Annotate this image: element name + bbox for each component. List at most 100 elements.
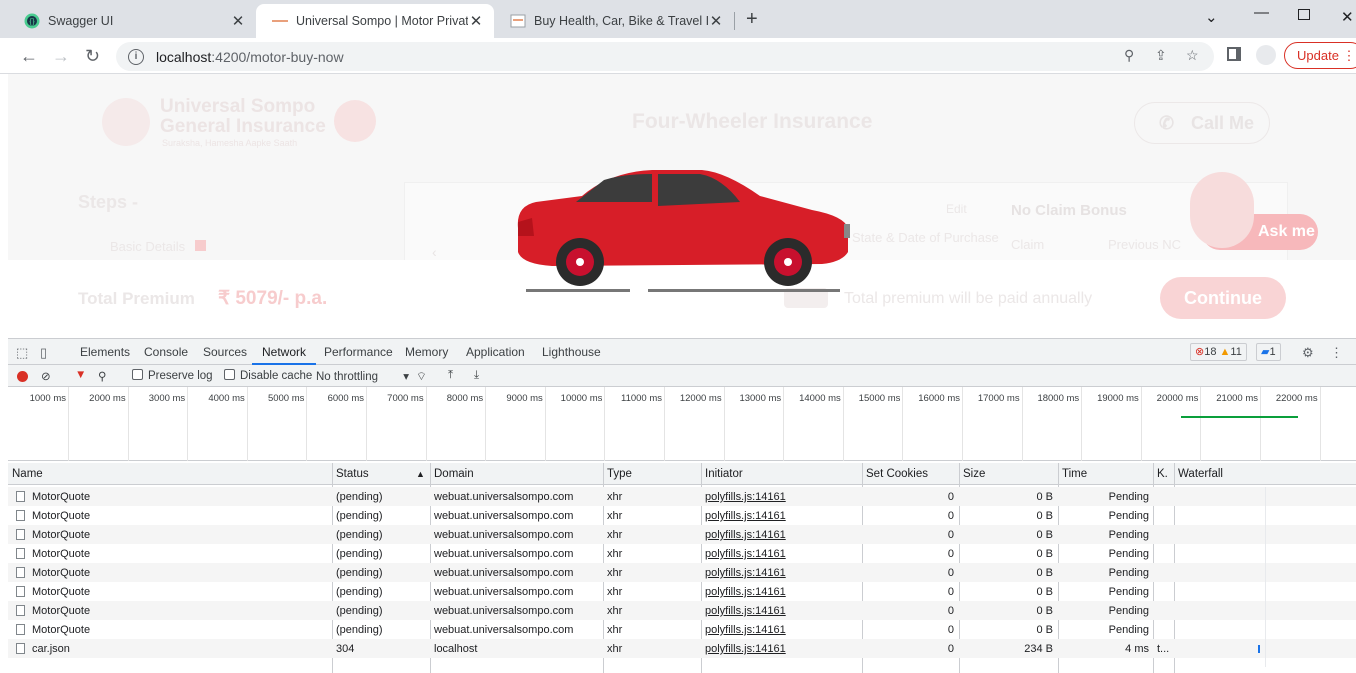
network-request-row[interactable]: MotorQuote (pending) webuat.universalsompo… bbox=[8, 601, 1356, 620]
devtools-tab-elements[interactable]: Elements bbox=[80, 345, 130, 359]
column-type[interactable]: Type bbox=[607, 468, 632, 480]
devtools-tab-lighthouse[interactable]: Lighthouse bbox=[542, 345, 601, 359]
back-arrow-icon[interactable]: ← bbox=[20, 46, 38, 67]
update-button[interactable]: Update ⋮ bbox=[1284, 42, 1356, 69]
network-request-row[interactable]: MotorQuote (pending) webuat.universalsompo… bbox=[8, 620, 1356, 639]
issues-counter[interactable]: ⊗18 ▲11 bbox=[1190, 343, 1247, 361]
devtools-tabbar: ⬚ ▯ Elements Console Sources Network Per… bbox=[8, 339, 1356, 365]
network-request-row[interactable]: car.json 304 localhost xhr polyfills.js:1416… bbox=[8, 639, 1356, 658]
devtools-tab-sources[interactable]: Sources bbox=[203, 345, 247, 359]
column-time[interactable]: Time bbox=[1062, 468, 1087, 480]
cell-initiator[interactable]: polyfills.js:14161 bbox=[705, 643, 786, 655]
cell-initiator[interactable]: polyfills.js:14161 bbox=[705, 548, 786, 560]
cell-name: MotorQuote bbox=[32, 548, 91, 560]
site-info-icon[interactable]: i bbox=[128, 48, 144, 65]
close-window-button[interactable]: ✕ bbox=[1341, 8, 1354, 26]
cell-initiator[interactable]: polyfills.js:14161 bbox=[705, 567, 786, 579]
search-icon[interactable]: ⚲ bbox=[98, 369, 106, 383]
disable-cache-checkbox[interactable]: Disable cache bbox=[224, 369, 312, 382]
cell-type: xhr bbox=[607, 605, 623, 617]
timeline-tick-label: 11000 ms bbox=[620, 393, 662, 404]
cell-type: xhr bbox=[607, 567, 623, 579]
cell-initiator[interactable]: polyfills.js:14161 bbox=[705, 491, 786, 503]
column-size[interactable]: Size bbox=[963, 468, 985, 480]
cell-initiator[interactable]: polyfills.js:14161 bbox=[705, 529, 786, 541]
new-tab-button[interactable]: + bbox=[746, 8, 758, 31]
cell-initiator[interactable]: polyfills.js:14161 bbox=[705, 510, 786, 522]
location-pin-icon[interactable]: ⚲ bbox=[1124, 47, 1134, 64]
browser-tab-buy-health[interactable]: Buy Health, Car, Bike & Travel Ins ✕ bbox=[494, 4, 734, 38]
browser-tab-universal-sompo[interactable]: Universal Sompo | Motor Private ✕ bbox=[256, 4, 494, 38]
cell-domain: localhost bbox=[434, 643, 478, 655]
column-set-cookies[interactable]: Set Cookies bbox=[866, 468, 928, 480]
messages-counter[interactable]: ▰1 bbox=[1256, 343, 1281, 361]
cell-cookies: 0 bbox=[947, 567, 954, 579]
filter-icon[interactable]: ▼ bbox=[75, 369, 86, 381]
timeline-tick-label: 3000 ms bbox=[148, 393, 186, 404]
cell-initiator[interactable]: polyfills.js:14161 bbox=[705, 624, 786, 636]
previous-nc-label: Previous NC bbox=[1108, 237, 1181, 252]
throttling-select[interactable]: No throttling ▾ bbox=[316, 369, 409, 383]
clear-icon[interactable]: ⊘ bbox=[41, 369, 51, 383]
preserve-log-checkbox[interactable]: Preserve log bbox=[132, 369, 213, 382]
column-domain[interactable]: Domain bbox=[434, 468, 474, 480]
tab-search-chevron-icon[interactable]: ⌄ bbox=[1205, 8, 1218, 26]
record-icon[interactable] bbox=[17, 371, 28, 382]
cell-initiator[interactable]: polyfills.js:14161 bbox=[705, 605, 786, 617]
network-request-row[interactable]: MotorQuote (pending) webuat.universalsompo… bbox=[8, 544, 1356, 563]
close-tab-icon[interactable]: ✕ bbox=[708, 12, 724, 30]
column-status[interactable]: Status bbox=[336, 468, 369, 480]
column-waterfall[interactable]: Waterfall bbox=[1178, 468, 1223, 480]
request-file-icon bbox=[16, 567, 25, 578]
devtools-tab-network[interactable]: Network bbox=[251, 345, 317, 365]
export-har-icon[interactable]: ⤓ bbox=[474, 369, 479, 382]
devtools-tab-application[interactable]: Application bbox=[466, 345, 525, 359]
more-options-icon[interactable]: ⋮ bbox=[1330, 345, 1343, 361]
minimize-window-button[interactable]: — bbox=[1254, 4, 1269, 21]
inspect-element-icon[interactable]: ⬚ bbox=[16, 345, 28, 361]
profile-avatar-icon[interactable] bbox=[1256, 45, 1276, 65]
settings-gear-icon[interactable]: ⚙ bbox=[1302, 345, 1314, 361]
network-request-row[interactable]: MotorQuote (pending) webuat.universalsompo… bbox=[8, 506, 1356, 525]
address-bar[interactable]: i localhost:4200/motor-buy-now bbox=[116, 42, 1214, 71]
cell-name: MotorQuote bbox=[32, 567, 91, 579]
step-basic-details[interactable]: Basic Details bbox=[110, 239, 206, 254]
ask-me-label: Ask me bbox=[1258, 223, 1315, 240]
forward-arrow-icon[interactable]: → bbox=[52, 46, 70, 67]
column-name[interactable]: Name bbox=[12, 468, 43, 480]
reload-icon[interactable]: ↻ bbox=[85, 46, 100, 67]
side-panel-icon[interactable] bbox=[1227, 47, 1241, 61]
chevron-left-icon[interactable]: ‹ bbox=[432, 244, 437, 260]
network-request-row[interactable]: MotorQuote (pending) webuat.universalsompo… bbox=[8, 563, 1356, 582]
continue-button[interactable]: Continue bbox=[1160, 277, 1286, 319]
network-overview-timeline[interactable]: 1000 ms 2000 ms 3000 ms 4000 ms 5000 ms 6000 … bbox=[8, 387, 1356, 461]
column-initiator[interactable]: Initiator bbox=[705, 468, 743, 480]
network-request-row[interactable]: MotorQuote (pending) webuat.universalsompo… bbox=[8, 487, 1356, 506]
device-toolbar-icon[interactable]: ▯ bbox=[40, 345, 47, 361]
cell-cookies: 0 bbox=[947, 643, 954, 655]
timeline-tick-label: 22000 ms bbox=[1275, 393, 1318, 404]
loading-car-image bbox=[517, 170, 850, 292]
network-request-row[interactable]: MotorQuote (pending) webuat.universalsompo… bbox=[8, 525, 1356, 544]
call-me-button[interactable]: ✆ Call Me bbox=[1134, 102, 1270, 144]
devtools-tab-console[interactable]: Console bbox=[144, 345, 188, 359]
tab-strip: {} Swagger UI ✕ Universal Sompo | Motor … bbox=[0, 0, 1356, 38]
edit-link[interactable]: Edit bbox=[946, 202, 967, 216]
devtools-tab-performance[interactable]: Performance bbox=[324, 345, 393, 359]
restore-window-button[interactable] bbox=[1298, 9, 1310, 20]
share-icon[interactable]: ⇪ bbox=[1155, 47, 1167, 64]
timeline-tick-label: 19000 ms bbox=[1097, 393, 1139, 404]
cell-type: xhr bbox=[607, 643, 623, 655]
request-file-icon bbox=[16, 624, 25, 635]
bookmark-star-icon[interactable]: ☆ bbox=[1186, 47, 1199, 64]
cell-status: 304 bbox=[336, 643, 355, 655]
column-k[interactable]: K. bbox=[1157, 468, 1168, 480]
devtools-tab-memory[interactable]: Memory bbox=[405, 345, 448, 359]
network-request-row[interactable]: MotorQuote (pending) webuat.universalsompo… bbox=[8, 582, 1356, 601]
close-tab-icon[interactable]: ✕ bbox=[230, 12, 246, 30]
network-conditions-icon[interactable]: ⌔ bbox=[416, 369, 427, 384]
cell-initiator[interactable]: polyfills.js:14161 bbox=[705, 586, 786, 598]
browser-tab-swagger[interactable]: {} Swagger UI ✕ bbox=[8, 4, 256, 38]
import-har-icon[interactable]: ⤒ bbox=[448, 369, 453, 382]
close-tab-icon[interactable]: ✕ bbox=[468, 12, 484, 30]
